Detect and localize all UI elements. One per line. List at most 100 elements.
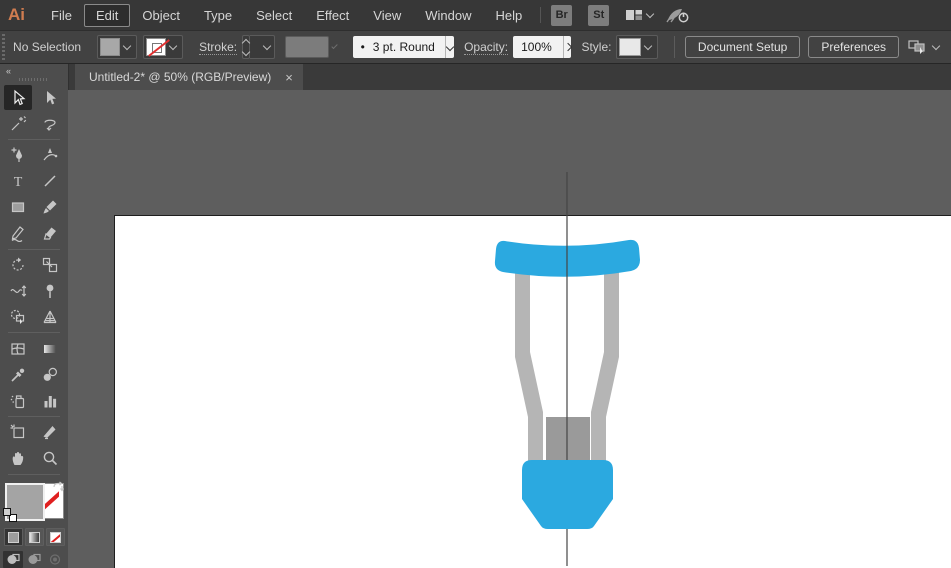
eraser-tool[interactable]: [36, 221, 64, 246]
chevron-down-icon: [331, 42, 339, 49]
crutch-center-post[interactable]: [546, 417, 590, 462]
draw-inside-button[interactable]: [45, 551, 65, 568]
symbol-sprayer-tool[interactable]: [4, 388, 32, 413]
menu-edit[interactable]: Edit: [83, 3, 131, 27]
preferences-button[interactable]: Preferences: [808, 36, 900, 58]
brush-dropdown-button[interactable]: [444, 36, 455, 58]
menu-view[interactable]: View: [361, 4, 413, 27]
fill-color-swatch[interactable]: [100, 38, 121, 56]
opacity-panel-link[interactable]: Opacity:: [464, 40, 509, 55]
chevron-down-icon[interactable]: [122, 41, 132, 50]
default-fill-stroke-icon[interactable]: [3, 508, 17, 523]
zoom-tool[interactable]: [36, 446, 64, 471]
menu-select[interactable]: Select: [244, 4, 304, 27]
stroke-weight-stepper[interactable]: [241, 35, 251, 59]
stock-button[interactable]: St: [588, 4, 610, 26]
curvature-tool[interactable]: [36, 143, 64, 168]
stroke-none-swatch[interactable]: [146, 38, 167, 56]
document-tab[interactable]: Untitled-2* @ 50% (RGB/Preview) ×: [75, 64, 303, 90]
stepper-down-icon[interactable]: [241, 47, 251, 56]
rotate-tool[interactable]: [4, 252, 32, 277]
draw-normal-button[interactable]: [3, 551, 23, 568]
draw-behind-button[interactable]: [24, 551, 44, 568]
blend-tool[interactable]: [36, 362, 64, 387]
workspace: « T Untitled-2* @ 50% (RGB/Preview) ×: [0, 64, 951, 568]
gradient-tool[interactable]: [36, 336, 64, 361]
type-tool-glyph: T: [14, 175, 23, 190]
graphic-style-dropdown[interactable]: [616, 35, 659, 59]
eyedropper-tool[interactable]: [4, 362, 32, 387]
width-tool[interactable]: [4, 278, 32, 303]
menu-file[interactable]: File: [39, 4, 84, 27]
stroke-panel-link[interactable]: Stroke:: [199, 40, 238, 55]
crutch-artwork: [494, 172, 640, 566]
column-graph-tool[interactable]: [36, 388, 64, 413]
hand-tool[interactable]: [4, 446, 32, 471]
pen-tool[interactable]: [4, 143, 32, 168]
shaper-tool[interactable]: [4, 221, 32, 246]
document-area: Untitled-2* @ 50% (RGB/Preview) ×: [68, 64, 951, 568]
slice-tool[interactable]: [36, 420, 64, 445]
gpu-performance-icon[interactable]: [665, 6, 691, 24]
workspace-switcher-icon[interactable]: [625, 7, 657, 23]
stepper-up-icon[interactable]: [241, 38, 251, 47]
scale-tool[interactable]: [36, 252, 64, 277]
line-segment-tool[interactable]: [36, 169, 64, 194]
brush-preview-dot: •: [360, 40, 365, 54]
drawing-mode-buttons: [3, 551, 65, 568]
rectangle-tool[interactable]: [4, 195, 32, 220]
chevron-down-icon[interactable]: [445, 42, 455, 52]
brush-definition-dropdown[interactable]: • 3 pt. Round: [352, 36, 445, 58]
select-similar-objects-icon[interactable]: [907, 38, 943, 56]
gradient-mode-button[interactable]: [24, 528, 44, 547]
swap-fill-stroke-icon[interactable]: [51, 481, 65, 500]
style-swatch[interactable]: [619, 38, 642, 56]
toolbar-separator: [8, 473, 60, 475]
menu-object[interactable]: Object: [130, 4, 192, 27]
shape-builder-tool[interactable]: [4, 304, 32, 329]
mesh-tool[interactable]: [4, 336, 32, 361]
chevron-right-icon[interactable]: [563, 42, 573, 52]
stroke-color-dropdown[interactable]: [143, 35, 184, 59]
menu-type[interactable]: Type: [192, 4, 244, 27]
artboard-tool[interactable]: [4, 420, 32, 445]
none-mode-button[interactable]: [45, 528, 65, 547]
menu-help[interactable]: Help: [483, 4, 534, 27]
canvas[interactable]: [68, 90, 951, 568]
direct-selection-tool[interactable]: [36, 85, 64, 110]
toolbar-separator: [8, 416, 60, 417]
crutch-foot[interactable]: [522, 460, 613, 529]
chevron-down-icon[interactable]: [168, 41, 178, 50]
menu-effect[interactable]: Effect: [304, 4, 361, 27]
fill-color-dropdown[interactable]: [97, 35, 138, 59]
crutch-right-arm[interactable]: [591, 266, 619, 462]
document-setup-button[interactable]: Document Setup: [684, 36, 801, 58]
stroke-weight-dropdown[interactable]: [250, 35, 275, 59]
panel-collapse-button[interactable]: «: [0, 64, 68, 76]
illustrator-window: Ai File Edit Object Type Select Effect V…: [0, 0, 951, 568]
document-tab-title: Untitled-2* @ 50% (RGB/Preview): [89, 70, 272, 84]
opacity-expand-button[interactable]: [563, 36, 573, 58]
crutch-left-arm[interactable]: [515, 266, 543, 462]
chevron-down-icon[interactable]: [262, 41, 272, 50]
menu-window[interactable]: Window: [413, 4, 483, 27]
chevron-down-icon[interactable]: [644, 41, 653, 50]
opacity-input[interactable]: 100%: [513, 36, 564, 58]
selection-tool[interactable]: [4, 85, 32, 111]
toolbar-separator: [8, 332, 60, 334]
panel-drag-grip[interactable]: [19, 78, 49, 82]
perspective-grid-tool[interactable]: [36, 304, 64, 329]
bridge-button[interactable]: Br: [551, 4, 573, 26]
lasso-tool[interactable]: [36, 111, 64, 136]
style-label: Style:: [581, 40, 612, 54]
magic-wand-tool[interactable]: [4, 111, 32, 136]
paint-mode-buttons: [3, 528, 65, 547]
close-tab-icon[interactable]: ×: [285, 71, 293, 84]
chevron-down-icon[interactable]: [931, 41, 941, 50]
paintbrush-tool[interactable]: [36, 195, 64, 220]
panel-grip[interactable]: [2, 34, 6, 60]
color-mode-button[interactable]: [3, 528, 23, 547]
type-tool[interactable]: T: [4, 169, 32, 194]
menu-separator: [540, 7, 542, 23]
puppet-warp-tool[interactable]: [36, 278, 64, 303]
